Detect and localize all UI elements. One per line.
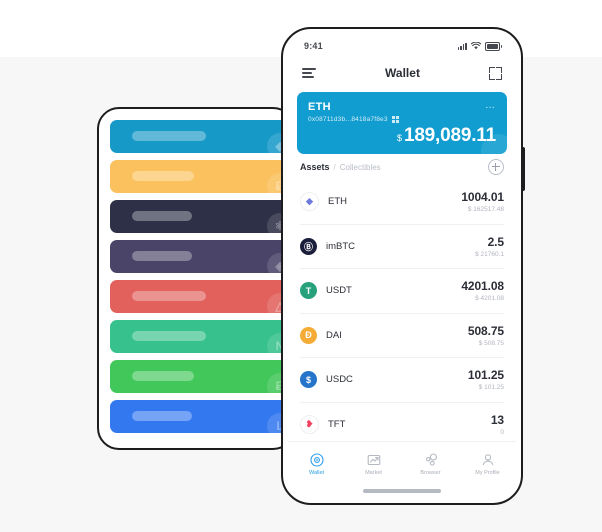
wallet-balance: $ 189,089.11 [397, 125, 496, 147]
asset-values: 4201.08 $ 4201.08 [461, 279, 504, 302]
wallet-balance-card[interactable]: ETH 0x08711d3b...8418a7f8e3 … $ 189,089.… [297, 92, 507, 154]
card-more-button[interactable]: … [485, 101, 496, 111]
wallet-address-row[interactable]: 0x08711d3b...8418a7f8e3 [308, 116, 496, 123]
ethereum-icon: ◆ [300, 192, 319, 212]
market-chart-icon [345, 453, 402, 467]
phone-side-button[interactable] [521, 147, 525, 191]
placeholder-card[interactable]: △ [110, 280, 293, 313]
dai-icon: Ð [300, 326, 317, 344]
placeholder-card[interactable]: Ƀ [110, 360, 293, 393]
usdc-icon: $ [300, 371, 317, 389]
placeholder-phone: ◆ Ƀ ⚛ ◈ △ N Ƀ L [97, 107, 295, 450]
asset-amount: 2.5 [487, 234, 504, 249]
asset-values: 13 0 [491, 413, 504, 436]
asset-symbol: DAI [326, 329, 342, 341]
wallet-phone: 9:41 Wallet ETH 0x08711d3b...8418a7f8e3 … [281, 27, 525, 505]
asset-row[interactable]: $ USDC 101.25 $ 101.25 [300, 358, 504, 403]
status-time: 9:41 [304, 41, 323, 51]
tab-assets[interactable]: Assets [300, 162, 330, 172]
asset-row[interactable]: ⒷimBTC 2.5 $ 21760.1 [300, 225, 504, 269]
scan-qr-icon[interactable] [489, 66, 502, 80]
placeholder-bar [132, 371, 194, 381]
asset-amount: 4201.08 [461, 279, 504, 294]
page-title: Wallet [385, 66, 420, 80]
asset-fiat-value: $ 21760.1 [475, 250, 504, 258]
tab-label: My Profile [475, 469, 500, 476]
placeholder-bar [132, 131, 206, 141]
signal-bars-icon [457, 42, 467, 50]
placeholder-card[interactable]: ⚛ [110, 200, 293, 233]
asset-symbol: USDT [326, 285, 352, 297]
placeholder-card-list: ◆ Ƀ ⚛ ◈ △ N Ƀ L [110, 120, 293, 433]
battery-icon [485, 41, 502, 51]
asset-row[interactable]: ◆ ETH 1004.01 $ 162517.48 [300, 180, 504, 225]
asset-amount: 1004.01 [461, 190, 504, 205]
tab-market[interactable]: Market [345, 453, 402, 476]
tab-my-profile[interactable]: My Profile [459, 453, 516, 476]
asset-values: 508.75 $ 508.75 [468, 324, 504, 347]
wifi-icon [471, 42, 481, 50]
tab-label: Market [365, 469, 382, 476]
assets-tab-bar: Assets / Collectibles [288, 154, 516, 180]
placeholder-bar [132, 331, 206, 341]
tab-separator: / [333, 163, 336, 172]
nav-bar: Wallet [288, 58, 516, 88]
placeholder-bar [132, 411, 192, 421]
asset-fiat-value: $ 101.25 [478, 384, 504, 392]
asset-symbol: ETH [328, 196, 347, 208]
qr-code-icon[interactable] [391, 116, 399, 123]
plus-circle-icon[interactable] [488, 159, 504, 175]
assets-tabs: Assets / Collectibles [300, 162, 381, 172]
asset-row[interactable]: Ð DAI 508.75 $ 508.75 [300, 314, 504, 358]
imbtc-icon: Ⓑ [300, 237, 317, 255]
status-icons [457, 41, 502, 51]
asset-fiat-value: $ 162517.48 [467, 206, 504, 214]
bottom-tab-bar[interactable]: Wallet Market Browser My Profile [288, 441, 516, 484]
placeholder-bar [132, 211, 192, 221]
browser-nodes-icon [402, 452, 459, 467]
asset-row[interactable]: ❥ TFT 13 0 [300, 403, 504, 442]
wallet-name: ETH [308, 101, 331, 113]
currency-symbol: $ [396, 133, 402, 143]
asset-fiat-value: 0 [500, 428, 504, 436]
placeholder-card[interactable]: N [110, 320, 293, 353]
placeholder-card[interactable]: L [110, 400, 293, 433]
balance-amount: 189,089.11 [403, 125, 496, 146]
asset-values: 2.5 $ 21760.1 [475, 235, 504, 258]
asset-symbol: USDC [326, 374, 353, 386]
asset-amount: 508.75 [467, 323, 504, 338]
placeholder-card[interactable]: ◈ [110, 240, 293, 273]
tether-icon: T [300, 282, 317, 300]
home-indicator [288, 484, 516, 498]
wallet-address: 0x08711d3b...8418a7f8e3 [308, 116, 388, 123]
tab-collectibles[interactable]: Collectibles [340, 163, 381, 172]
asset-values: 101.25 $ 101.25 [468, 368, 504, 391]
placeholder-card[interactable]: ◆ [110, 120, 293, 153]
tab-label: Wallet [308, 469, 325, 476]
wallet-target-icon [288, 452, 345, 467]
profile-person-icon [459, 453, 516, 467]
asset-symbol: TFT [328, 418, 346, 430]
asset-amount: 101.25 [467, 368, 504, 383]
asset-fiat-value: $ 508.75 [478, 339, 504, 347]
phone-screen: 9:41 Wallet ETH 0x08711d3b...8418a7f8e3 … [288, 34, 516, 498]
asset-amount: 13 [490, 412, 504, 427]
hamburger-menu-icon[interactable] [302, 68, 316, 78]
placeholder-bar [132, 171, 194, 181]
placeholder-bar [132, 291, 206, 301]
tft-icon: ❥ [300, 414, 319, 434]
tab-label: Browser [420, 469, 441, 476]
placeholder-bar [132, 251, 192, 261]
asset-row[interactable]: T USDT 4201.08 $ 4201.08 [300, 269, 504, 314]
asset-symbol: imBTC [326, 240, 356, 252]
asset-list[interactable]: ◆ ETH 1004.01 $ 162517.48 ⒷimBTC 2.5 $ 21760.1… [288, 180, 516, 441]
asset-fiat-value: $ 4201.08 [475, 295, 504, 303]
placeholder-card[interactable]: Ƀ [110, 160, 293, 193]
tab-browser[interactable]: Browser [402, 452, 459, 476]
tab-wallet[interactable]: Wallet [288, 452, 345, 476]
status-bar: 9:41 [288, 34, 516, 58]
asset-values: 1004.01 $ 162517.48 [461, 190, 504, 213]
